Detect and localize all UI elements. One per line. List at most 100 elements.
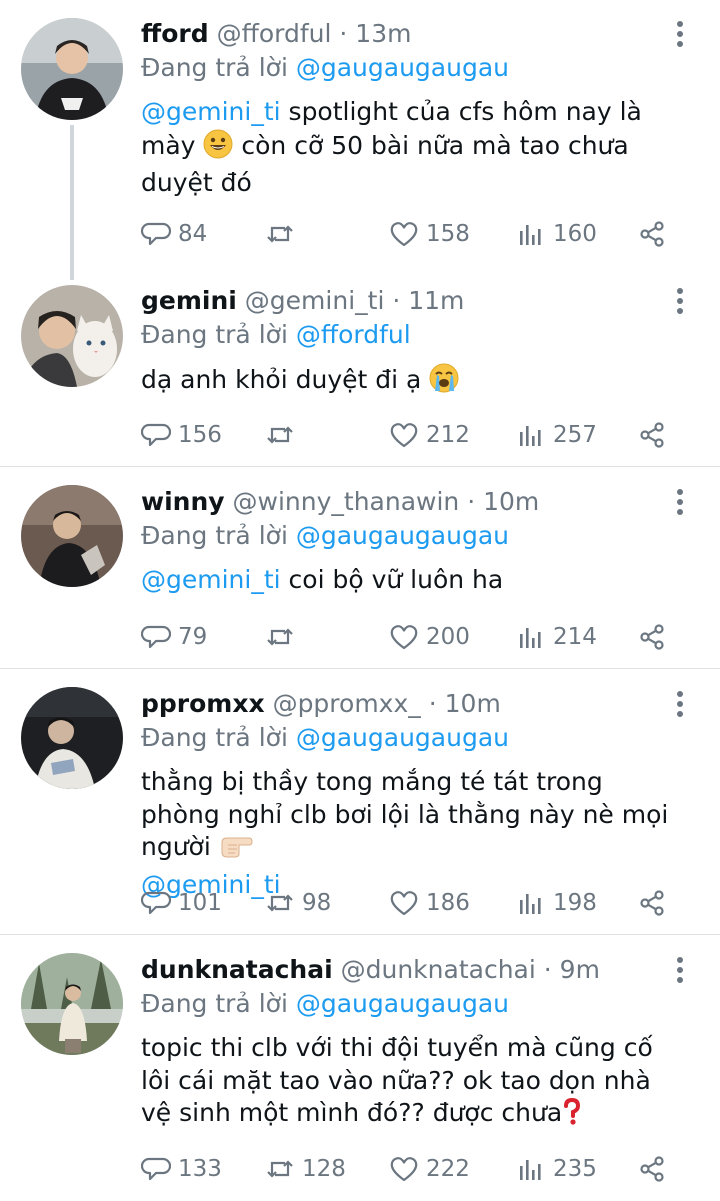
replying-to-label: Đang trả lời [141,521,288,550]
views-chart-icon [520,426,541,446]
like-button[interactable]: 186 [389,883,470,923]
loudly-crying-face-emoji-icon [429,363,459,402]
mention-link[interactable]: @gemini_ti [141,97,281,126]
tweet-dunknatachai[interactable]: dunknatachai @dunknatachai · 9m Đang trả… [0,934,720,1201]
share-button[interactable] [637,415,667,455]
share-button[interactable] [637,883,667,923]
timestamp[interactable]: 10m [445,689,501,718]
reply-button[interactable]: 156 [141,415,222,455]
like-count: 212 [426,422,470,448]
views-chart-icon [520,894,541,914]
replying-to-mention[interactable]: @gaugaugaugau [296,521,509,550]
retweet-icon [267,426,293,444]
views-button[interactable]: 235 [516,1149,597,1189]
timestamp[interactable]: 11m [408,286,464,315]
tweet-text: @gemini_ti spotlight của cfs hôm nay là … [141,96,686,200]
more-options-icon[interactable] [670,16,690,52]
tweet-text: @gemini_ti coi bộ vữ luôn ha [141,564,686,597]
reply-feed: fford @ffordful · 13m Đang trả lời @gaug… [0,0,720,1200]
reply-button[interactable]: 133 [141,1149,222,1189]
avatar[interactable] [21,953,123,1055]
display-name[interactable]: ppromxx [141,689,265,718]
reply-button[interactable]: 84 [141,214,207,254]
more-options-icon[interactable] [670,283,690,319]
timestamp[interactable]: 10m [483,487,539,516]
avatar[interactable] [21,687,123,789]
replying-to: Đang trả lời @gaugaugaugau [141,50,509,86]
reply-button[interactable]: 79 [141,617,207,657]
tweet-ppromxx[interactable]: ppromxx @ppromxx_ · 10m Đang trả lời @ga… [0,668,720,935]
display-name[interactable]: gemini [141,286,237,315]
display-name[interactable]: fford [141,19,209,48]
retweet-icon [267,225,293,243]
replying-to-mention[interactable]: @gaugaugaugau [296,989,509,1018]
replying-to-label: Đang trả lời [141,989,288,1018]
avatar[interactable] [21,18,123,120]
view-count: 235 [553,1156,597,1182]
more-options-icon[interactable] [670,484,690,520]
retweet-button[interactable]: 128 [265,1149,346,1189]
view-count: 160 [553,221,597,247]
view-count: 257 [553,422,597,448]
retweet-button[interactable] [265,214,302,254]
like-button[interactable]: 222 [389,1149,470,1189]
display-name[interactable]: dunknatachai [141,955,333,984]
separator-dot: · [339,19,348,48]
user-handle[interactable]: @ffordful [217,19,332,48]
tweet-header: dunknatachai @dunknatachai · 9m [141,952,600,988]
replying-to-label: Đang trả lời [141,723,288,752]
share-button[interactable] [637,214,667,254]
timestamp[interactable]: 9m [560,955,600,984]
tweet-winny[interactable]: winny @winny_thanawin · 10m Đang trả lời… [0,466,720,669]
share-icon [640,890,664,916]
replying-to-mention[interactable]: @ffordful [296,320,411,349]
like-count: 158 [426,221,470,247]
retweet-icon [267,894,293,912]
reply-button[interactable]: 101 [141,883,222,923]
tweet-fford[interactable]: fford @ffordful · 13m Đang trả lời @gaug… [0,16,720,266]
user-handle[interactable]: @winny_thanawin [233,487,460,516]
views-chart-icon [520,628,541,648]
display-name[interactable]: winny [141,487,225,516]
replying-to-label: Đang trả lời [141,320,288,349]
user-handle[interactable]: @gemini_ti [245,286,385,315]
more-options-icon[interactable] [670,686,690,722]
tweet-actions: 84 158 160 [141,214,686,254]
heart-icon [390,1157,418,1182]
views-button[interactable]: 198 [516,883,597,923]
share-icon [640,221,664,247]
retweet-button[interactable] [265,617,302,657]
views-chart-icon [520,225,541,245]
tweet-gemini[interactable]: gemini @gemini_ti · 11m Đang trả lời @ff… [0,283,720,466]
reply-icon [141,625,171,649]
reply-count: 101 [178,890,222,916]
backhand-index-pointing-right-emoji-icon [219,832,253,869]
avatar[interactable] [21,285,123,387]
user-handle[interactable]: @ppromxx_ [273,689,421,718]
avatar[interactable] [21,485,123,587]
separator-dot: · [392,286,401,315]
retweet-button[interactable]: 98 [265,883,331,923]
replying-to-mention[interactable]: @gaugaugaugau [296,723,509,752]
timestamp[interactable]: 13m [355,19,411,48]
more-options-icon[interactable] [670,952,690,988]
views-chart-icon [520,1160,541,1180]
views-button[interactable]: 257 [516,415,597,455]
user-handle[interactable]: @dunknatachai [341,955,536,984]
view-count: 198 [553,890,597,916]
retweet-button[interactable] [265,415,302,455]
replying-to-mention[interactable]: @gaugaugaugau [296,53,509,82]
tweet-header: ppromxx @ppromxx_ · 10m [141,686,501,722]
views-button[interactable]: 214 [516,617,597,657]
replying-to: Đang trả lời @gaugaugaugau [141,720,509,756]
view-count: 214 [553,624,597,650]
like-button[interactable]: 212 [389,415,470,455]
mention-link[interactable]: @gemini_ti [141,565,281,594]
share-button[interactable] [637,1149,667,1189]
retweet-count: 98 [302,890,332,916]
views-button[interactable]: 160 [516,214,597,254]
like-button[interactable]: 158 [389,214,470,254]
share-button[interactable] [637,617,667,657]
like-button[interactable]: 200 [389,617,470,657]
replying-to-label: Đang trả lời [141,53,288,82]
